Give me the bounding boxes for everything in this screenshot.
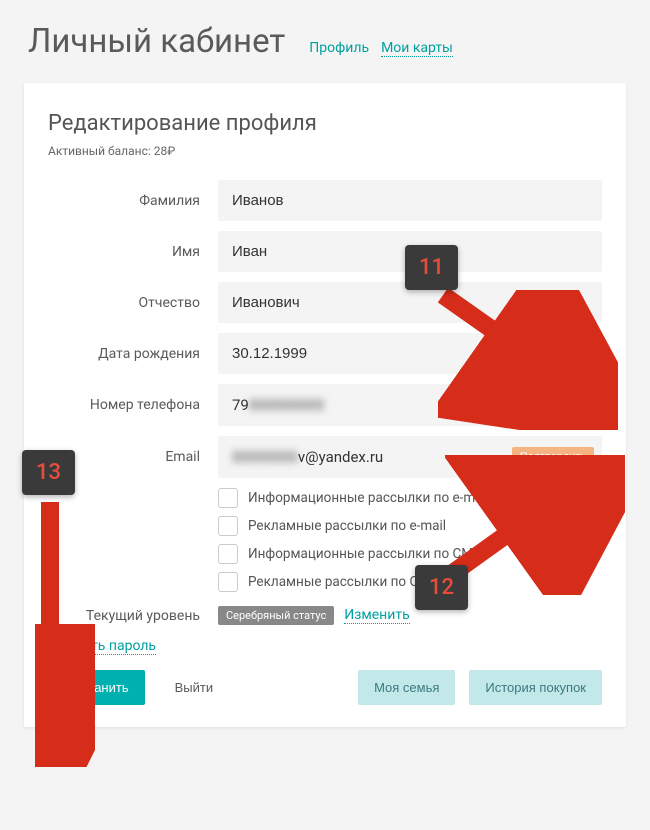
- change-password-link[interactable]: Сменить пароль: [48, 638, 156, 655]
- check-row-info-sms: Информационные рассылки по СМС: [48, 544, 602, 564]
- phone-value: 79XXXXXXXX: [218, 384, 324, 426]
- checkbox-info-sms[interactable]: [218, 544, 238, 564]
- confirm-phone-button[interactable]: Подтвердить: [512, 395, 594, 415]
- card-title: Редактирование профиля: [48, 111, 602, 136]
- tab-nav: Профиль Мои карты: [309, 40, 453, 57]
- actions-row: Сохранить Выйти Моя семья История покупо…: [48, 670, 602, 705]
- field-email-wrap: XXXXXXXv@yandex.ru Подтвердить: [218, 436, 602, 478]
- label-patronymic: Отчество: [48, 295, 218, 311]
- input-birthdate[interactable]: [218, 333, 564, 374]
- row-birthdate: Дата рождения: [48, 333, 602, 374]
- label-birthdate: Дата рождения: [48, 346, 218, 362]
- row-email: Email XXXXXXXv@yandex.ru Подтвердить: [48, 436, 602, 478]
- row-phone: Номер телефона 79XXXXXXXX Подтвердить: [48, 384, 602, 426]
- annotation-11: 11: [405, 245, 458, 290]
- status-badge: Серебряный статус: [218, 606, 334, 625]
- input-lastname[interactable]: [218, 180, 602, 221]
- annotation-13: 13: [22, 450, 75, 495]
- phone-hidden: XXXXXXXX: [249, 396, 324, 414]
- check-label-ads-email: Рекламные рассылки по e-mail: [248, 518, 446, 534]
- profile-edit-card: Редактирование профиля Активный баланс: …: [24, 83, 626, 727]
- my-family-button[interactable]: Моя семья: [358, 670, 455, 705]
- annotation-12: 12: [415, 565, 468, 610]
- confirm-email-button[interactable]: Подтвердить: [512, 447, 594, 467]
- balance-text: Активный баланс: 28₽: [48, 144, 602, 158]
- checkbox-info-email[interactable]: [218, 488, 238, 508]
- lock-icon: [564, 344, 602, 364]
- page-header: Личный кабинет Профиль Мои карты: [0, 0, 650, 75]
- check-row-info-email: Информационные рассылки по e-mail: [48, 488, 602, 508]
- check-label-ads-sms: Рекламные рассылки по СМС: [248, 574, 439, 590]
- phone-prefix: 79: [232, 396, 249, 414]
- label-lastname: Фамилия: [48, 193, 218, 209]
- checkbox-ads-sms[interactable]: [218, 572, 238, 592]
- tab-my-cards[interactable]: Мои карты: [381, 40, 453, 57]
- page-title: Личный кабинет: [28, 22, 285, 61]
- email-value: XXXXXXXv@yandex.ru: [218, 436, 383, 478]
- row-status: Текущий уровень Серебряный статус Измени…: [48, 606, 602, 625]
- check-label-info-sms: Информационные рассылки по СМС: [248, 546, 482, 562]
- row-firstname: Имя: [48, 231, 602, 272]
- row-patronymic: Отчество: [48, 282, 602, 323]
- change-status-link[interactable]: Изменить: [344, 607, 409, 624]
- check-row-ads-email: Рекламные рассылки по e-mail: [48, 516, 602, 536]
- label-firstname: Имя: [48, 244, 218, 260]
- logout-button[interactable]: Выйти: [159, 670, 230, 705]
- label-phone: Номер телефона: [48, 397, 218, 413]
- field-lastname-wrap: [218, 180, 602, 221]
- purchase-history-button[interactable]: История покупок: [469, 670, 602, 705]
- save-button[interactable]: Сохранить: [48, 670, 145, 705]
- row-lastname: Фамилия: [48, 180, 602, 221]
- change-password-row: Сменить пароль: [48, 635, 602, 654]
- check-label-info-email: Информационные рассылки по e-mail: [248, 490, 489, 506]
- email-hidden: XXXXXXX: [232, 448, 298, 466]
- tab-profile[interactable]: Профиль: [309, 40, 369, 57]
- field-phone-wrap: 79XXXXXXXX Подтвердить: [218, 384, 602, 426]
- check-row-ads-sms: Рекламные рассылки по СМС: [48, 572, 602, 592]
- checkbox-ads-email[interactable]: [218, 516, 238, 536]
- field-birthdate-wrap: [218, 333, 602, 374]
- email-suffix: v@yandex.ru: [298, 448, 383, 466]
- label-level: Текущий уровень: [48, 608, 218, 624]
